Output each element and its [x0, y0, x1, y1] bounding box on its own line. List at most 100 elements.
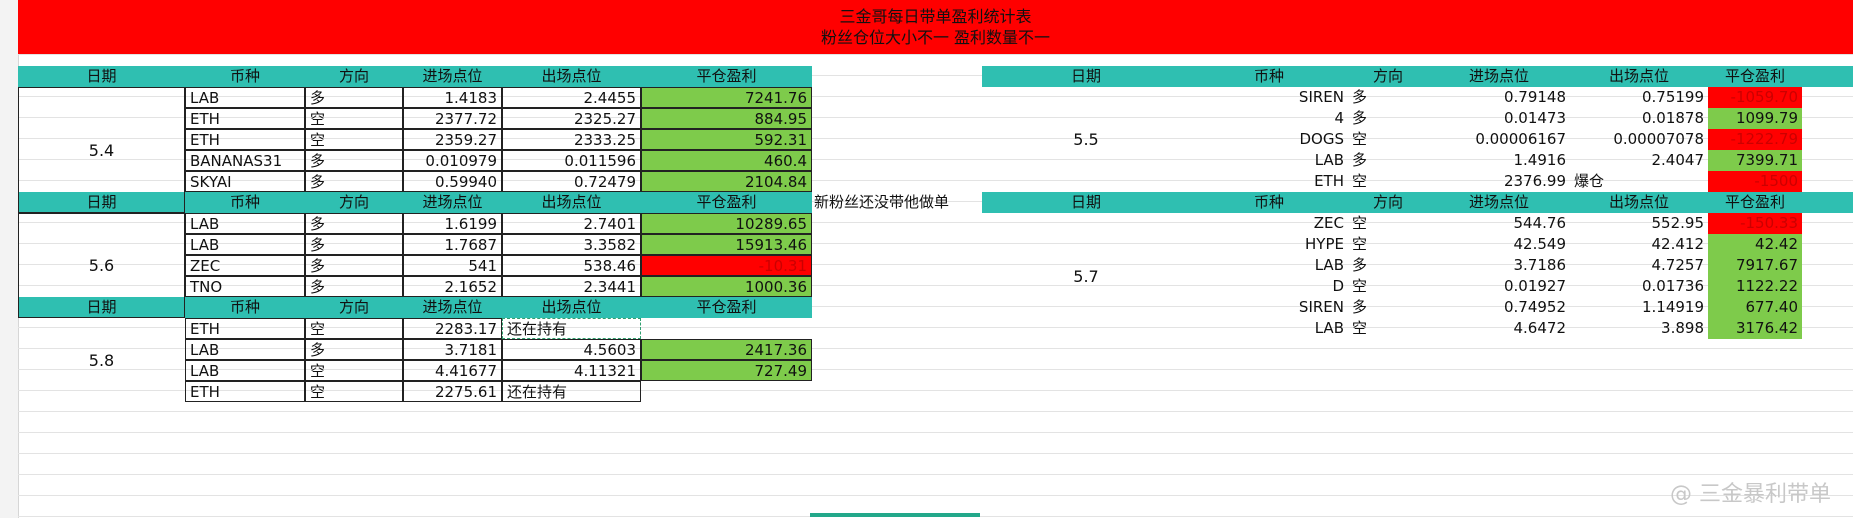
cell-entry: 3.7181 — [403, 339, 502, 360]
cell-coin: D — [1332, 277, 1344, 295]
header-3: 进场点位 — [422, 298, 483, 316]
cell-profit: -1222.79 — [1708, 129, 1802, 150]
cell-dir: 空 — [305, 129, 403, 150]
header-5: 平仓盈利 — [1724, 193, 1785, 211]
cell-coin: LAB — [185, 360, 305, 381]
cell-coin: ETH — [185, 381, 305, 402]
cell-entry: 2359.27 — [403, 129, 502, 150]
cell-dir: 多 — [305, 171, 403, 192]
date-cell-border — [18, 213, 185, 318]
header-1: 币种 — [229, 193, 260, 211]
cell-exit: 2.3441 — [502, 276, 641, 297]
cell-coin: ETH — [1314, 172, 1344, 190]
header-5: 平仓盈利 — [1724, 67, 1785, 85]
cell-profit: 15913.46 — [641, 234, 812, 255]
date-t57: 5.7 — [1073, 266, 1099, 286]
cell-dir: 多 — [1352, 256, 1368, 274]
cell-dir: 多 — [1352, 298, 1368, 316]
cell-exit: 42.412 — [1651, 235, 1705, 253]
header-3: 进场点位 — [1468, 193, 1529, 211]
cell-entry: 541 — [403, 255, 502, 276]
cell-exit: 爆仓 — [1574, 172, 1605, 190]
cell-profit — [641, 381, 812, 402]
cell-dir: 多 — [1352, 151, 1368, 169]
header-2: 方向 — [338, 67, 369, 85]
header-4: 出场点位 — [541, 298, 602, 316]
title-banner: 三金哥每日带单盈利统计表 粉丝仓位大小不一 盈利数量不一 — [18, 0, 1853, 54]
cell-entry: 0.74952 — [1503, 298, 1566, 316]
cell-dir: 空 — [1352, 277, 1368, 295]
cell-exit: 0.00007078 — [1613, 130, 1704, 148]
cell-exit: 4.7257 — [1651, 256, 1705, 274]
header-5: 平仓盈利 — [696, 298, 757, 316]
cell-entry: 2377.72 — [403, 108, 502, 129]
cell-exit: 3.3582 — [502, 234, 641, 255]
cell-profit: -10.31 — [641, 255, 812, 276]
cell-exit: 2.4455 — [502, 87, 641, 108]
cell-entry: 42.549 — [1513, 235, 1567, 253]
cell-exit: 0.01878 — [1641, 109, 1704, 127]
cell-coin: LAB — [185, 87, 305, 108]
cell-profit: 7917.67 — [1708, 255, 1802, 276]
cell-entry: 3.7186 — [1513, 256, 1567, 274]
cell-exit: 2.7401 — [502, 213, 641, 234]
cell-coin: 4 — [1334, 109, 1344, 127]
cell-dir: 空 — [1352, 130, 1368, 148]
header-0: 日期 — [1070, 67, 1101, 85]
cell-profit: 42.42 — [1708, 234, 1802, 255]
cell-exit: 4.5603 — [502, 339, 641, 360]
cell-coin: ZEC — [185, 255, 305, 276]
date-t55: 5.5 — [1073, 130, 1099, 149]
cell-profit: 7241.76 — [641, 87, 812, 108]
cell-profit: 2417.36 — [641, 339, 812, 360]
cell-dir: 多 — [305, 87, 403, 108]
cell-coin: ZEC — [1313, 214, 1344, 232]
cell-entry: 2283.17 — [403, 318, 502, 339]
cell-entry: 4.6472 — [1513, 319, 1567, 337]
cell-dir: 空 — [1352, 235, 1368, 253]
cell-exit: 2325.27 — [502, 108, 641, 129]
header-4: 出场点位 — [541, 67, 602, 85]
cell-dir: 空 — [1352, 172, 1368, 190]
cell-coin: ETH — [185, 129, 305, 150]
header-1: 币种 — [1253, 67, 1284, 85]
cell-profit: 460.4 — [641, 150, 812, 171]
cell-profit: 1122.22 — [1708, 276, 1802, 297]
header-1: 币种 — [229, 67, 260, 85]
cell-entry: 2.1652 — [403, 276, 502, 297]
header-5: 平仓盈利 — [696, 67, 757, 85]
cell-entry: 0.01473 — [1503, 109, 1566, 127]
header-1: 币种 — [229, 298, 260, 316]
cell-exit: 0.75199 — [1641, 88, 1704, 106]
watermark: @ 三金暴利带单 — [1670, 482, 1831, 507]
cell-profit — [641, 318, 812, 339]
cell-exit: 2333.25 — [502, 129, 641, 150]
cell-exit: 538.46 — [502, 255, 641, 276]
date-t58: 5.8 — [88, 350, 115, 370]
cell-profit: 1000.36 — [641, 276, 812, 297]
cell-entry: 0.59940 — [403, 171, 502, 192]
cell-exit: 还在持有 — [502, 318, 641, 339]
sheet-tab-scrollbar[interactable] — [810, 513, 980, 517]
cell-profit: -1500 — [1708, 171, 1802, 192]
cell-coin: DOGS — [1299, 130, 1344, 148]
cell-entry: 0.01927 — [1503, 277, 1566, 295]
cell-entry: 0.79148 — [1503, 88, 1566, 106]
cell-profit: -150.33 — [1708, 213, 1802, 234]
title-line-2: 粉丝仓位大小不一 盈利数量不一 — [820, 28, 1051, 47]
row-number-column — [0, 0, 19, 518]
cell-dir: 多 — [305, 213, 403, 234]
header-5: 平仓盈利 — [696, 193, 757, 211]
cell-exit: 还在持有 — [502, 381, 641, 402]
cell-exit: 0.72479 — [502, 171, 641, 192]
header-0: 日期 — [1070, 193, 1101, 211]
cell-exit: 0.01736 — [1641, 277, 1704, 295]
cell-coin: LAB — [1314, 319, 1344, 337]
cell-entry: 0.00006167 — [1475, 130, 1566, 148]
cell-coin: BANANAS31 — [185, 150, 305, 171]
title-line-1: 三金哥每日带单盈利统计表 — [839, 7, 1032, 26]
cell-dir: 多 — [305, 276, 403, 297]
cell-exit: 2.4047 — [1651, 151, 1705, 169]
cell-profit: 7399.71 — [1708, 150, 1802, 171]
cell-dir: 多 — [1352, 88, 1368, 106]
